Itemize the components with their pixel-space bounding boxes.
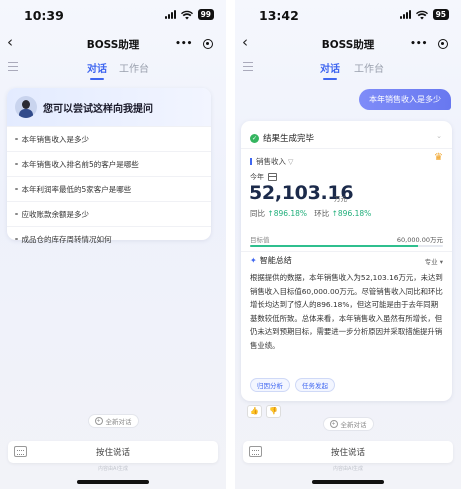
ai-generated-note: 内容由AI生成 (333, 466, 363, 472)
tab-bar: 对话 工作台 (235, 59, 461, 81)
suggestion-item-label: 本年销售收入排名前5的客户是哪些 (21, 159, 139, 169)
more-icon[interactable]: ••• (175, 39, 192, 49)
suggestion-item-label: 本年利润率最低的5家客户是哪些 (21, 184, 132, 194)
suggestion-item[interactable]: 本年销售收入是多少 (7, 126, 211, 151)
metric-name: 销售收入 (256, 157, 286, 166)
suggestion-header: 您可以尝试这样向我提问 (7, 88, 211, 126)
summary-title: 智能总结 (259, 256, 292, 265)
result-card: ✓ 结果生成完毕 ⌄ 销售收入 ▽ ♛ 今年 52,103.16 万元 同比 ↑… (241, 121, 452, 401)
wifi-icon (415, 10, 428, 19)
suggestion-card: 您可以尝试这样向我提问 本年销售收入是多少 本年销售收入排名前5的客户是哪些 本… (7, 88, 211, 244)
target-progress-fill (250, 245, 418, 247)
mom-value: 896.18% (337, 209, 372, 218)
growth-row: 同比 ↑896.18% 环比 ↑896.18% (250, 208, 371, 219)
ai-generated-note: 内容由AI生成 (98, 466, 128, 472)
suggestion-title: 您可以尝试这样向我提问 (43, 103, 153, 115)
right-phone-screen: 13:42 95 ‹ BOSS助理 ••• 对话 工作台 本年销售收入是多少 ✓… (235, 0, 461, 489)
status-bar: 10:39 99 (0, 0, 226, 30)
more-icon[interactable]: ••• (410, 39, 427, 49)
new-chat-label: 全新对话 (340, 421, 367, 429)
calendar-icon[interactable] (268, 173, 277, 181)
signal-icon (164, 10, 176, 19)
assistant-avatar (15, 96, 37, 118)
tab-chat[interactable]: 对话 (87, 60, 107, 80)
summary-mode-select[interactable]: 专业 ▾ (425, 256, 443, 266)
target-progress-bar (250, 245, 443, 247)
result-status: 结果生成完毕 (263, 134, 315, 144)
target-value: 60,000.00万元 (396, 236, 443, 244)
metric-marker (250, 158, 252, 165)
close-icon[interactable] (437, 38, 448, 49)
new-chat-label: 全新对话 (105, 418, 132, 426)
battery-icon: 95 (432, 9, 449, 20)
user-message-bubble: 本年销售收入是多少 (359, 89, 451, 110)
chat-plus-icon: + (329, 420, 338, 428)
bullet-icon (15, 137, 18, 141)
chevron-down-icon[interactable]: ⌄ (436, 132, 442, 140)
suggestion-item[interactable]: 本年利润率最低的5家客户是哪些 (7, 176, 211, 201)
menu-icon[interactable] (243, 62, 253, 74)
voice-input-bar[interactable]: 按住说话 (8, 441, 218, 463)
mom-label: 环比 (314, 209, 330, 218)
yoy-label: 同比 (250, 209, 265, 218)
mini-program-capsule: ••• (170, 34, 218, 53)
status-time: 10:39 (24, 8, 64, 23)
status-bar: 13:42 95 (235, 0, 461, 30)
bullet-icon (15, 162, 18, 166)
filter-icon[interactable]: ▽ (288, 158, 293, 166)
home-indicator (77, 480, 149, 484)
nav-bar: ‹ BOSS助理 ••• (235, 31, 461, 57)
menu-icon[interactable] (8, 62, 18, 74)
hold-to-talk-button[interactable]: 按住说话 (8, 446, 218, 458)
suggestion-item-label: 本年销售收入是多少 (21, 134, 90, 144)
new-chat-button[interactable]: + 全新对话 (87, 414, 139, 428)
attribution-analysis-button[interactable]: 归因分析 (250, 378, 290, 392)
bullet-icon (15, 212, 18, 216)
sparkle-icon: ✦ (250, 256, 257, 265)
suggestion-item[interactable]: 应收账款余额是多少 (7, 201, 211, 226)
left-phone-screen: 10:39 99 ‹ BOSS助理 ••• 对话 工作台 您可以尝试这样向我提问… (0, 0, 226, 489)
mini-program-capsule: ••• (405, 34, 453, 53)
suggestion-item-label: 成品仓的库存周转情况如何 (21, 234, 112, 244)
target-label: 目标值 (250, 236, 270, 244)
check-icon: ✓ (250, 133, 259, 143)
nav-bar: ‹ BOSS助理 ••• (0, 31, 226, 57)
bullet-icon (15, 237, 18, 241)
summary-text: 根据提供的数据，本年销售收入为52,103.16万元，未达到销售收入目标值60,… (250, 273, 443, 350)
caret-down-icon: ▾ (439, 258, 443, 266)
status-time: 13:42 (259, 8, 299, 23)
period-label: 今年 (250, 173, 264, 181)
home-indicator (312, 480, 384, 484)
close-icon[interactable] (202, 38, 213, 49)
suggestion-item-label: 应收账款余额是多少 (21, 209, 90, 219)
hold-to-talk-button[interactable]: 按住说话 (243, 446, 453, 458)
task-launch-button[interactable]: 任务发起 (295, 378, 335, 392)
trophy-icon: ♛ (434, 152, 443, 163)
bullet-icon (15, 187, 18, 191)
tab-chat[interactable]: 对话 (320, 60, 340, 80)
battery-icon: 99 (197, 9, 214, 20)
summary-mode-label: 专业 (424, 258, 438, 266)
metric-unit: 万元 (334, 195, 347, 203)
yoy-value: 896.18% (273, 209, 308, 218)
suggestion-item[interactable]: 本年销售收入排名前5的客户是哪些 (7, 151, 211, 176)
tab-workbench[interactable]: 工作台 (119, 60, 149, 75)
signal-icon (399, 10, 411, 19)
new-chat-button[interactable]: + 全新对话 (322, 417, 374, 431)
tab-workbench[interactable]: 工作台 (354, 60, 384, 75)
voice-input-bar[interactable]: 按住说话 (243, 441, 453, 463)
wifi-icon (180, 10, 193, 19)
suggestion-item[interactable]: 成品仓的库存周转情况如何 (7, 226, 211, 251)
tab-bar: 对话 工作台 (0, 59, 226, 81)
chat-plus-icon: + (94, 417, 103, 425)
